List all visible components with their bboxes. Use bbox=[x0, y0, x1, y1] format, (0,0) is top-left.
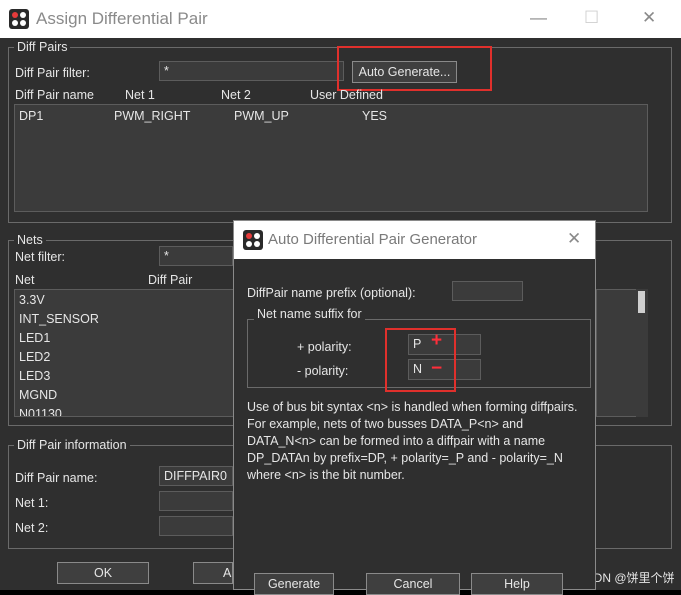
diff-pair-filter-label: Diff Pair filter: bbox=[15, 66, 90, 80]
net-filter-input[interactable]: * bbox=[159, 246, 233, 266]
column-header-diff-pair-name: Diff Pair name bbox=[15, 88, 94, 102]
diff-pair-list[interactable]: DP1 PWM_RIGHT PWM_UP YES bbox=[14, 104, 648, 212]
list-item[interactable]: LED2 bbox=[19, 350, 50, 364]
auto-diff-pair-dialog: Auto Differential Pair Generator ✕ DiffP… bbox=[233, 220, 596, 595]
list-item[interactable]: INT_SENSOR bbox=[19, 312, 99, 326]
app-icon bbox=[9, 9, 29, 29]
net2-input[interactable] bbox=[159, 516, 233, 536]
diff-pair-name-label: Diff Pair name: bbox=[15, 471, 98, 485]
diff-pairs-legend: Diff Pairs bbox=[14, 40, 71, 54]
generate-button[interactable]: Generate bbox=[254, 573, 334, 595]
description-text: Use of bus bit syntax <n> is handled whe… bbox=[247, 400, 578, 482]
nets-legend: Nets bbox=[14, 233, 46, 247]
column-header-net1: Net 1 bbox=[125, 88, 155, 102]
diff-pair-name-input[interactable]: DIFFPAIR0 bbox=[159, 466, 233, 486]
column-header-net2: Net 2 bbox=[221, 88, 251, 102]
column-header-user-defined: User Defined bbox=[310, 88, 383, 102]
net-filter-label: Net filter: bbox=[15, 250, 66, 264]
suffix-legend: Net name suffix for bbox=[254, 307, 365, 321]
apply-button[interactable]: A bbox=[193, 562, 233, 584]
dialog-title: Auto Differential Pair Generator bbox=[268, 231, 477, 248]
list-item[interactable]: LED3 bbox=[19, 369, 50, 383]
cancel-button[interactable]: Cancel bbox=[366, 573, 460, 595]
diff-pair-info-legend: Diff Pair information bbox=[14, 438, 130, 452]
table-cell-net2[interactable]: PWM_UP bbox=[234, 109, 289, 123]
table-cell-name[interactable]: DP1 bbox=[19, 109, 43, 123]
list-item[interactable]: N01130 bbox=[19, 407, 62, 416]
list-item[interactable]: MGND bbox=[19, 388, 57, 402]
close-button[interactable]: ✕ bbox=[642, 8, 656, 28]
diff-pair-filter-input[interactable]: * bbox=[159, 61, 344, 81]
net1-label: Net 1: bbox=[15, 496, 49, 510]
column-header-diff-pair: Diff Pair bbox=[148, 273, 193, 287]
minimize-button[interactable]: — bbox=[530, 8, 547, 28]
help-button[interactable]: Help bbox=[471, 573, 563, 595]
prefix-input[interactable] bbox=[452, 281, 523, 301]
table-cell-net1[interactable]: PWM_RIGHT bbox=[114, 109, 190, 123]
list-item[interactable]: LED1 bbox=[19, 331, 50, 345]
plus-polarity-label: + polarity: bbox=[297, 340, 352, 354]
column-header-net: Net bbox=[15, 273, 35, 287]
title-bar: Assign Differential Pair — ☐ ✕ bbox=[0, 0, 681, 38]
maximize-button[interactable]: ☐ bbox=[584, 8, 599, 28]
window-title: Assign Differential Pair bbox=[36, 9, 208, 28]
list-item[interactable]: 3.3V bbox=[19, 293, 45, 307]
ok-button[interactable]: OK bbox=[57, 562, 149, 584]
net-list-scrollbar[interactable] bbox=[636, 289, 648, 417]
table-cell-user-defined[interactable]: YES bbox=[362, 109, 387, 123]
net1-input[interactable] bbox=[159, 491, 233, 511]
minus-polarity-label: - polarity: bbox=[297, 364, 349, 378]
net-list[interactable]: 3.3V INT_SENSOR LED1 LED2 LED3 MGND N011… bbox=[14, 289, 234, 417]
scrollbar-thumb[interactable] bbox=[638, 291, 645, 313]
prefix-label: DiffPair name prefix (optional): bbox=[247, 286, 416, 300]
highlight-box-polarity bbox=[385, 328, 456, 392]
net2-label: Net 2: bbox=[15, 521, 49, 535]
highlight-box-auto-generate bbox=[337, 46, 492, 91]
dialog-title-bar: Auto Differential Pair Generator ✕ bbox=[234, 221, 595, 259]
app-icon bbox=[243, 230, 263, 250]
dialog-close-button[interactable]: ✕ bbox=[567, 229, 581, 249]
